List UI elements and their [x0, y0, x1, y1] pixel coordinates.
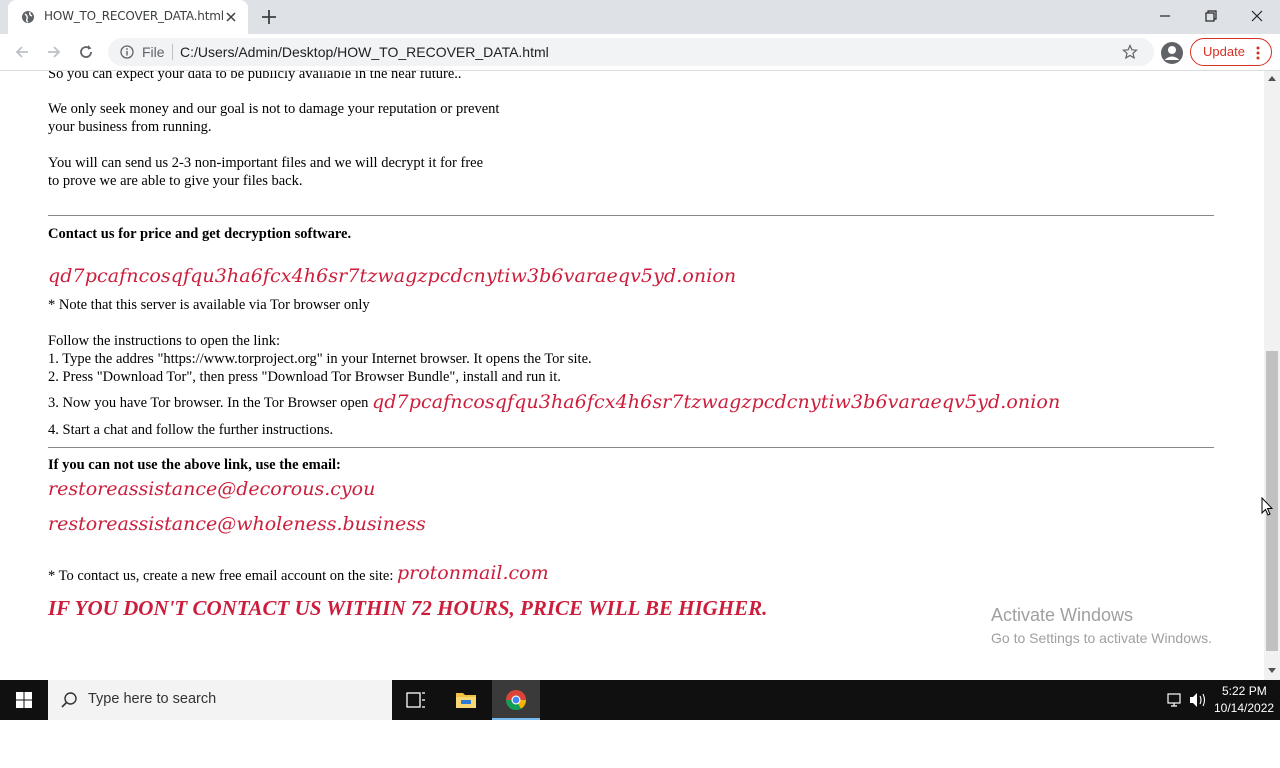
- activate-windows-subtitle: Go to Settings to activate Windows.: [991, 630, 1212, 646]
- scroll-down-arrow-icon[interactable]: [1268, 668, 1276, 674]
- instruction-step-3: 3. Now you have Tor browser. In the Tor …: [48, 392, 1060, 412]
- globe-icon: [22, 11, 34, 23]
- protonmail-prefix: * To contact us, create a new free email…: [48, 568, 394, 584]
- step-3-onion: qd7pcafncosqfqu3ha6fcx4h6sr7tzwagzpcdcny…: [372, 391, 1061, 413]
- chrome-taskbar-button[interactable]: [492, 680, 540, 720]
- follow-heading: Follow the instructions to open the link…: [48, 333, 280, 349]
- tab-title: HOW_TO_RECOVER_DATA.html: [44, 9, 224, 23]
- more-menu-icon[interactable]: [1256, 46, 1260, 60]
- restore-icon[interactable]: [1201, 6, 1221, 26]
- step-3-prefix: 3. Now you have Tor browser. In the Tor …: [48, 395, 369, 411]
- windows-taskbar: Type here to search 5:22 PM 10/14/2022: [0, 680, 1280, 720]
- minimize-icon[interactable]: [1155, 6, 1175, 26]
- tor-note: * Note that this server is available via…: [48, 297, 370, 313]
- chrome-icon: [505, 690, 527, 711]
- clock-date: 10/14/2022: [1214, 701, 1275, 715]
- update-button[interactable]: Update: [1190, 38, 1272, 66]
- scheme-label: File: [142, 44, 165, 60]
- url-text[interactable]: C:/Users/Admin/Desktop/HOW_TO_RECOVER_DA…: [180, 44, 549, 60]
- email-heading: If you can not use the above link, use t…: [48, 457, 341, 473]
- search-placeholder: Type here to search: [88, 691, 217, 707]
- text-line-cut: So you can expect your data to be public…: [48, 71, 462, 82]
- taskbar-search-box[interactable]: Type here to search: [48, 680, 392, 720]
- contact-heading: Contact us for price and get decryption …: [48, 226, 352, 242]
- activate-windows-title: Activate Windows: [991, 605, 1134, 625]
- back-icon[interactable]: [12, 42, 32, 62]
- file-explorer-icon[interactable]: [442, 680, 490, 720]
- protonmail-site: protonmail.com: [396, 562, 549, 584]
- instruction-step-1: 1. Type the addres "https://www.torproje…: [48, 351, 592, 367]
- bookmark-star-icon[interactable]: [1122, 44, 1138, 60]
- vertical-scrollbar[interactable]: [1264, 71, 1280, 680]
- onion-address: qd7pcafncosqfqu3ha6fcx4h6sr7tzwagzpcdcny…: [48, 265, 737, 287]
- profile-avatar-icon[interactable]: [1160, 41, 1184, 65]
- text-line: your business from running.: [48, 119, 212, 135]
- email-address-1: restoreassistance@decorous.cyou: [48, 478, 376, 500]
- tab-strip: HOW_TO_RECOVER_DATA.html: [0, 0, 1280, 34]
- text-line: to prove we are able to give your files …: [48, 173, 303, 189]
- scroll-up-arrow-icon[interactable]: [1268, 75, 1276, 81]
- update-label: Update: [1203, 44, 1245, 59]
- blank-area: [0, 720, 1280, 768]
- text-line: We only seek money and our goal is not t…: [48, 101, 500, 117]
- instruction-step-2: 2. Press "Download Tor", then press "Dow…: [48, 369, 561, 385]
- text-line: You will can send us 2-3 non-important f…: [48, 155, 484, 171]
- windows-start-icon[interactable]: [0, 680, 48, 720]
- instruction-step-4: 4. Start a chat and follow the further i…: [48, 422, 334, 438]
- omnibox-divider: [172, 44, 173, 60]
- close-tab-icon[interactable]: [224, 10, 238, 24]
- page-viewport: So you can expect your data to be public…: [0, 71, 1264, 680]
- browser-tab[interactable]: HOW_TO_RECOVER_DATA.html: [8, 0, 248, 34]
- browser-toolbar: File C:/Users/Admin/Desktop/HOW_TO_RECOV…: [0, 34, 1280, 71]
- new-tab-icon[interactable]: [260, 8, 278, 26]
- mouse-cursor-icon: [1261, 497, 1273, 516]
- forward-icon[interactable]: [44, 42, 64, 62]
- search-icon: [61, 692, 77, 708]
- clock-time: 5:22 PM: [1222, 684, 1267, 698]
- divider: [48, 215, 1214, 216]
- protonmail-note: * To contact us, create a new free email…: [48, 562, 549, 585]
- divider: [48, 447, 1214, 448]
- close-window-icon[interactable]: [1247, 6, 1267, 26]
- deadline-warning: IF YOU DON'T CONTACT US WITHIN 72 HOURS,…: [48, 596, 768, 620]
- address-bar[interactable]: File C:/Users/Admin/Desktop/HOW_TO_RECOV…: [108, 38, 1154, 66]
- task-view-icon[interactable]: [392, 680, 440, 720]
- info-icon[interactable]: [120, 45, 134, 59]
- reload-icon[interactable]: [76, 42, 96, 62]
- email-address-2: restoreassistance@wholeness.business: [48, 513, 426, 535]
